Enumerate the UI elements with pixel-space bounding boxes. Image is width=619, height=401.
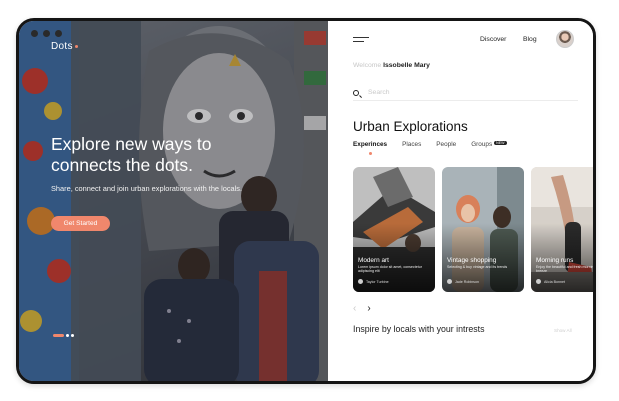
get-started-button[interactable]: Get Started <box>51 216 110 231</box>
card-title: Vintage shopping <box>447 257 497 264</box>
card-desc: Selecting & buy vintage and its trends <box>447 265 508 269</box>
hero-subtext: Share, connect and join urban exploratio… <box>51 184 243 193</box>
pager-dot[interactable] <box>66 334 69 337</box>
camera-dot <box>43 30 50 37</box>
user-name: Issobelle Mary <box>383 62 430 69</box>
author-avatar <box>358 279 363 284</box>
card-author: Jade Robinson <box>447 279 479 284</box>
tab-places[interactable]: Places <box>402 141 421 148</box>
welcome-text: Welcome Issobelle Mary <box>353 62 430 69</box>
hero-headline: Explore new ways to connects the dots. <box>51 134 212 175</box>
author-avatar <box>447 279 452 284</box>
search-bar <box>353 89 578 101</box>
pager-active[interactable] <box>53 334 64 337</box>
camera-dot <box>55 30 62 37</box>
content-panel: Discover Blog Welcome Issobelle Mary Urb… <box>328 21 596 381</box>
chevron-right-icon[interactable]: › <box>367 303 370 314</box>
card-morning-runs[interactable]: Morning runs Enjoy the beautiful and fre… <box>531 167 596 292</box>
carousel-arrows: ‹ › <box>353 303 371 314</box>
card-author: Alicia Bonnet <box>536 279 565 284</box>
author-avatar <box>536 279 541 284</box>
hero-section: Dots Explore new ways to connects the do… <box>19 21 328 381</box>
search-input[interactable] <box>368 89 568 96</box>
tab-experinces[interactable]: Experinces <box>353 141 387 155</box>
card-desc: Enjoy the beautiful and fresh morning br… <box>536 265 596 274</box>
explore-tabs: Experinces Places People Groups NEW <box>353 141 507 155</box>
menu-icon[interactable] <box>353 37 369 45</box>
card-desc: Lorem ipsum dolor sit amet, consectetur … <box>358 265 422 274</box>
card-author: Taylor Turbine <box>358 279 389 284</box>
new-badge: NEW <box>494 141 507 145</box>
hero-pager <box>53 334 74 337</box>
device-frame: Dots Explore new ways to connects the do… <box>16 18 596 384</box>
tab-groups[interactable]: Groups NEW <box>471 141 507 148</box>
chevron-left-icon[interactable]: ‹ <box>353 303 356 314</box>
card-title: Modern art <box>358 257 389 264</box>
hero-overlay <box>19 21 328 381</box>
show-all-link[interactable]: Show All <box>554 328 572 333</box>
card-vintage-shopping[interactable]: Vintage shopping Selecting & buy vintage… <box>442 167 524 292</box>
user-avatar[interactable] <box>556 30 574 48</box>
search-icon <box>353 90 359 96</box>
section-title: Urban Explorations <box>353 119 468 134</box>
card-title: Morning runs <box>536 257 574 264</box>
card-modern-art[interactable]: Modern art Lorem ipsum dolor sit amet, c… <box>353 167 435 292</box>
nav-discover[interactable]: Discover <box>480 36 506 43</box>
brand-logo[interactable]: Dots <box>51 41 78 52</box>
tab-people[interactable]: People <box>436 141 456 148</box>
pager-dot[interactable] <box>71 334 74 337</box>
inspire-title: Inspire by locals with your intrests <box>353 324 485 334</box>
camera-dot <box>31 30 38 37</box>
nav-blog[interactable]: Blog <box>523 36 537 43</box>
